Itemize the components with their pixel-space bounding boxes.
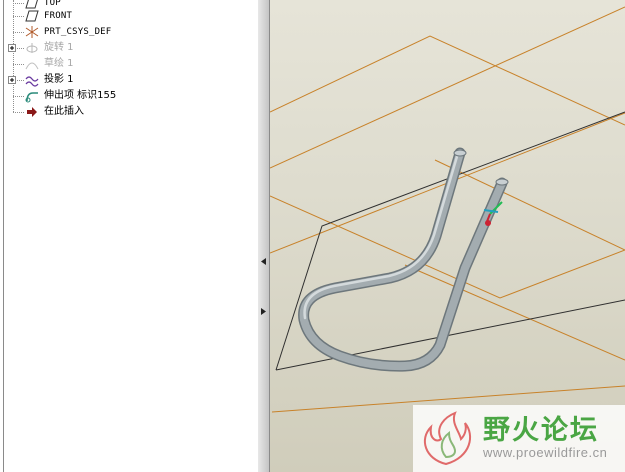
graphics-viewport[interactable] [270,0,625,472]
projection-icon [25,76,39,87]
tree-item-prt-csys-def[interactable]: PRT_CSYS_DEF [0,24,256,40]
watermark-title: 野火论坛 [483,415,599,446]
revolve-icon [26,43,38,53]
pipe-end-cap [495,178,509,186]
insert-here-arrow-icon [27,107,37,117]
flame-logo-icon [423,411,471,466]
forum-watermark: 野火论坛 www.proewildfire.cn [413,405,625,472]
sketch-icon [25,62,39,70]
expand-plus-icon[interactable] [8,76,16,84]
bent-pipe [298,147,508,372]
tree-item-revolve[interactable]: 旋转 1 [0,40,256,56]
tree-item-projection[interactable]: 投影 1 [0,72,256,88]
tree-item-front[interactable]: FRONT [0,8,256,24]
panel-splitter[interactable] [258,0,270,472]
triangle-right-icon[interactable] [261,308,266,315]
pipe-end-cap [453,149,467,157]
datum-plane-icon [25,10,39,22]
watermark-url: www.proewildfire.cn [483,445,608,460]
tree-item-label: 投影 1 [44,74,74,85]
coordinate-system-icon [25,26,39,38]
tree-item-sketch[interactable]: 草绘 1 [0,56,256,72]
model-scene[interactable] [270,0,625,472]
tree-item-label: FRONT [44,11,73,21]
sweep-icon [25,92,38,103]
tree-item-insert-here[interactable]: 在此插入 [0,104,256,120]
tree-item-label: 草绘 1 [44,58,74,69]
tree-item-label: 在此插入 [44,106,84,117]
expand-plus-icon[interactable] [8,44,16,52]
tree-item-label: 伸出项 标识155 [44,90,117,101]
sketch-plane-outline [275,111,625,371]
tree-item-label: PRT_CSYS_DEF [44,27,112,37]
triangle-left-icon[interactable] [261,258,266,265]
model-tree-panel: TOP FRONT PRT_CSYS_DEF 旋转 1 草绘 1 投影 1 伸出… [0,0,259,472]
tree-item-protrusion[interactable]: 伸出项 标识155 [0,88,256,104]
tree-item-label: 旋转 1 [44,42,74,53]
